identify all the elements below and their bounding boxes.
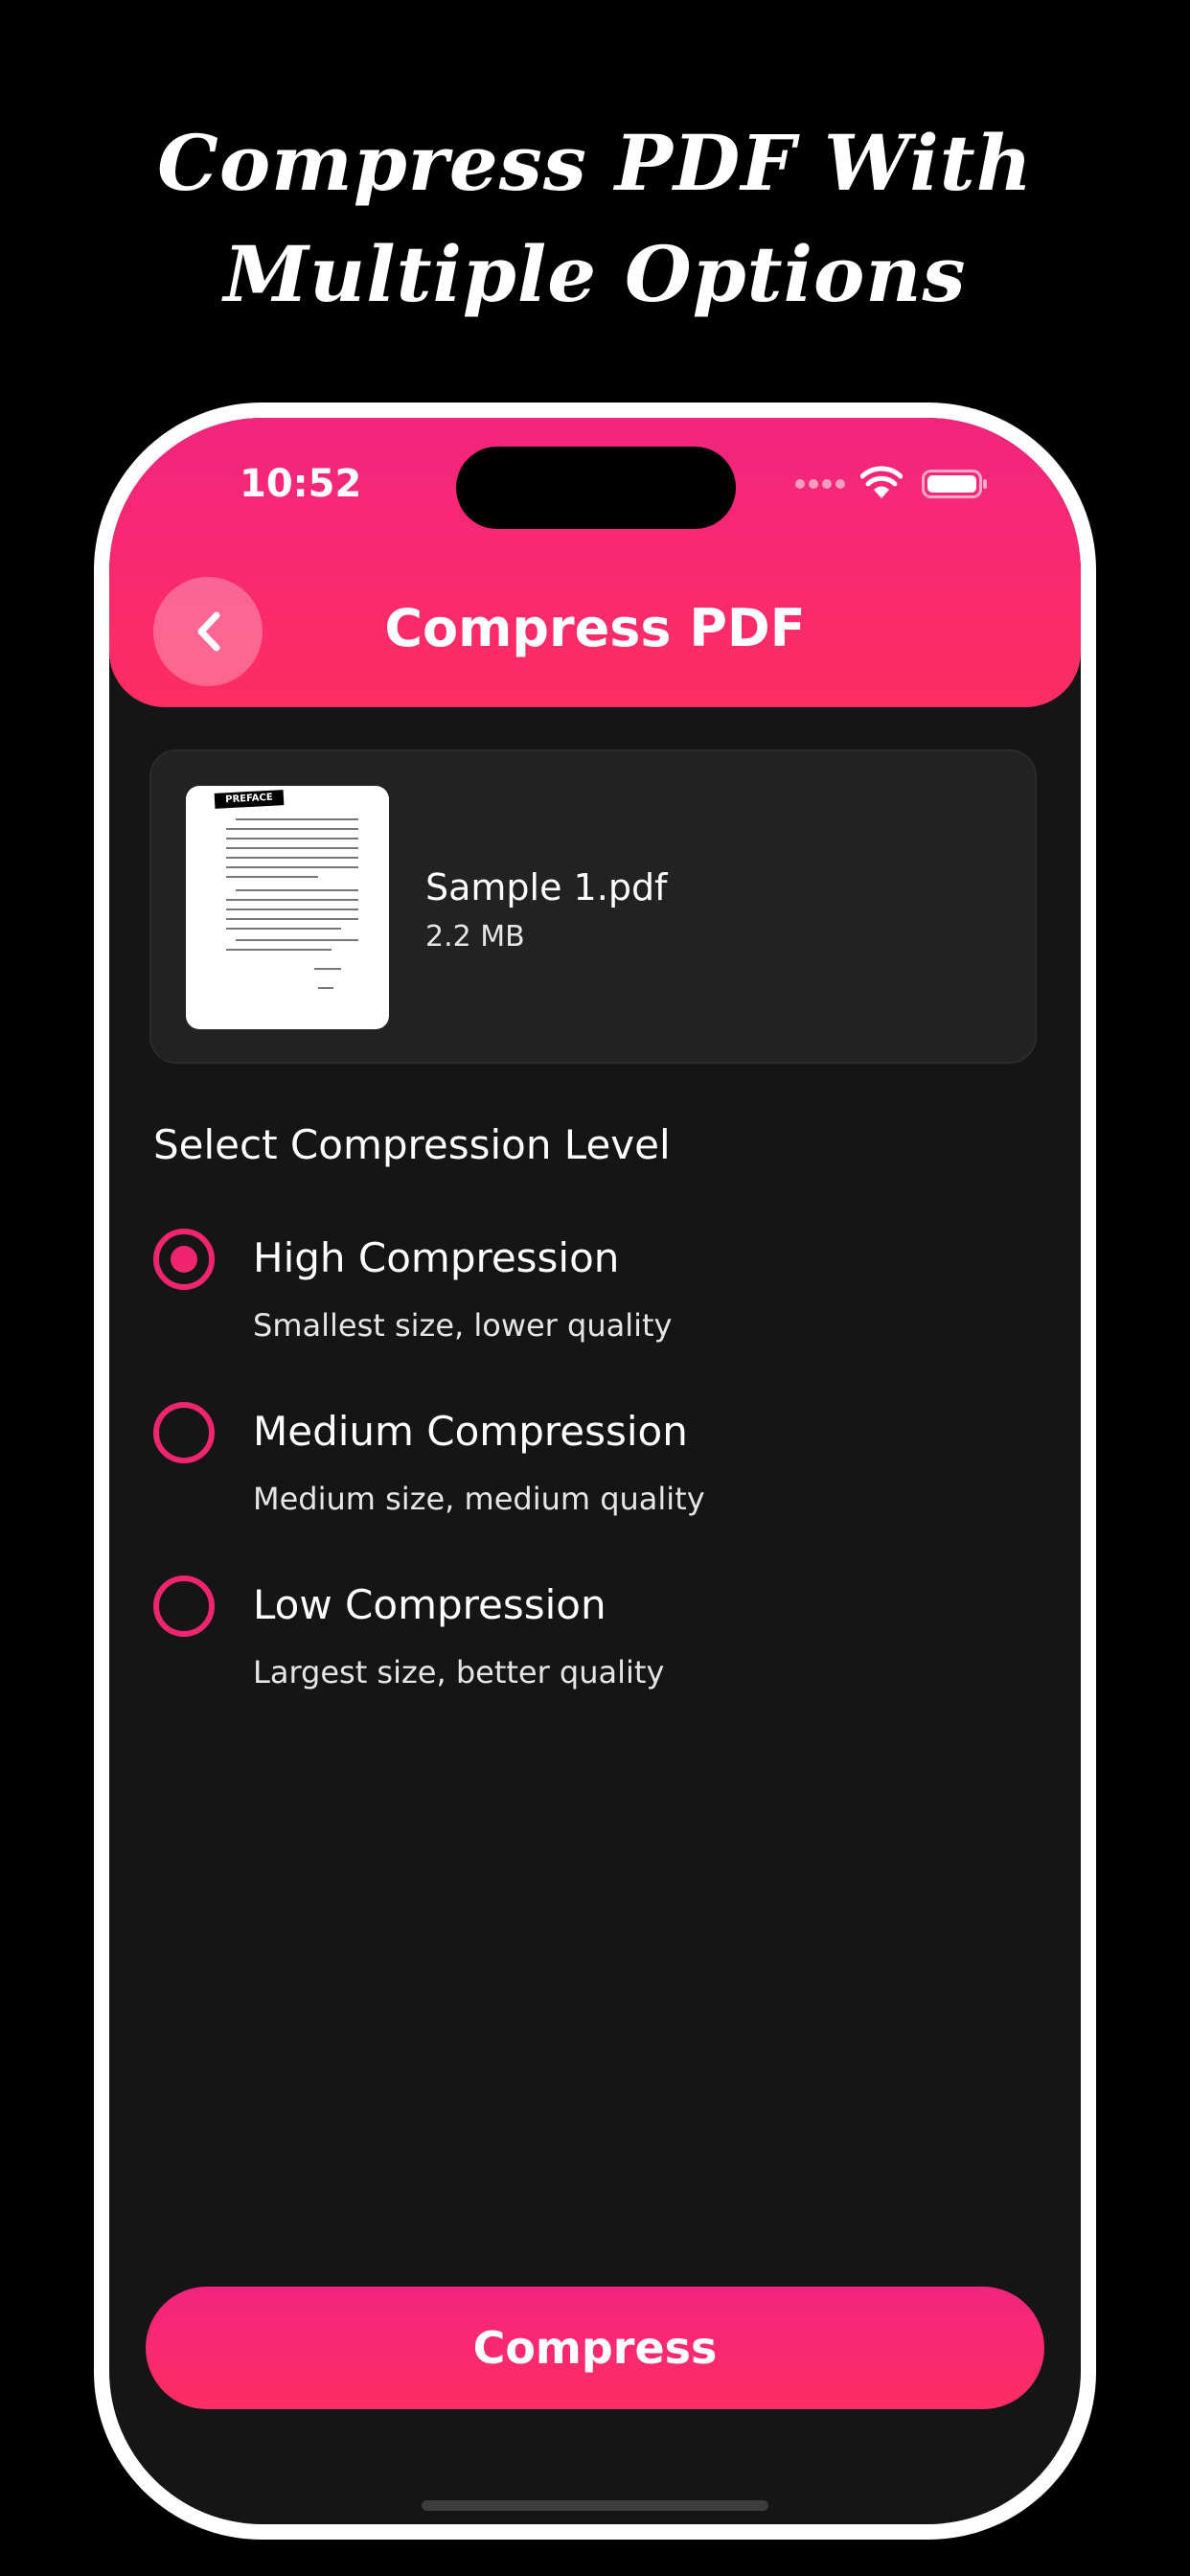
radio-low-compression[interactable] bbox=[153, 1576, 215, 1637]
option-description: Medium size, medium quality bbox=[253, 1481, 705, 1517]
radio-selected-dot bbox=[171, 1246, 197, 1273]
option-medium-compression[interactable]: Medium Compression Medium size, medium q… bbox=[153, 1402, 1016, 1546]
thumbnail-text-line bbox=[226, 828, 358, 830]
compress-button[interactable]: Compress bbox=[146, 2287, 1044, 2409]
option-label: Medium Compression bbox=[253, 1408, 688, 1455]
radio-high-compression[interactable] bbox=[153, 1229, 215, 1290]
option-description: Largest size, better quality bbox=[253, 1654, 665, 1690]
thumbnail-text-line bbox=[226, 857, 358, 859]
thumbnail-text-line bbox=[314, 968, 341, 970]
cellular-signal-icon bbox=[795, 479, 849, 491]
thumbnail-heading: PREFACE bbox=[214, 790, 285, 809]
thumbnail-text-line bbox=[226, 918, 358, 920]
wifi-icon bbox=[860, 466, 903, 498]
thumbnail-text-line bbox=[226, 838, 358, 840]
option-label: Low Compression bbox=[253, 1581, 606, 1628]
promo-title-line-2: Multiple Options bbox=[223, 229, 967, 319]
thumbnail-text-line bbox=[226, 899, 358, 901]
file-name: Sample 1.pdf bbox=[425, 866, 668, 908]
thumbnail-text-line bbox=[318, 987, 333, 989]
radio-medium-compression[interactable] bbox=[153, 1402, 215, 1463]
thumbnail-text-line bbox=[236, 939, 358, 941]
thumbnail-text-line bbox=[226, 876, 318, 878]
file-card: PREFACE Sample 1.pdf 2.2 MB bbox=[149, 749, 1037, 1064]
thumbnail-text-line bbox=[236, 889, 358, 891]
option-description: Smallest size, lower quality bbox=[253, 1307, 673, 1344]
option-label: High Compression bbox=[253, 1234, 620, 1281]
app-screen: 10:52 Compress PDF PREFACE Sample 1.pdf … bbox=[109, 418, 1081, 2524]
option-high-compression[interactable]: High Compression Smallest size, lower qu… bbox=[153, 1229, 1016, 1372]
thumbnail-text-line bbox=[226, 928, 341, 930]
page-title: Compress PDF bbox=[384, 598, 806, 658]
home-indicator[interactable] bbox=[422, 2500, 768, 2511]
status-icons bbox=[795, 466, 1025, 504]
status-time: 10:52 bbox=[240, 462, 362, 506]
app-header: 10:52 Compress PDF bbox=[109, 418, 1081, 707]
option-low-compression[interactable]: Low Compression Largest size, better qua… bbox=[153, 1576, 1016, 1719]
promo-title: Compress PDF With Multiple Options bbox=[0, 107, 1190, 330]
section-title: Select Compression Level bbox=[153, 1121, 671, 1168]
thumbnail-text-line bbox=[226, 847, 358, 849]
dynamic-island bbox=[456, 447, 736, 529]
thumbnail-text-line bbox=[226, 949, 332, 951]
battery-icon bbox=[922, 470, 987, 498]
thumbnail-text-line bbox=[226, 908, 358, 910]
thumbnail-text-line bbox=[236, 818, 358, 820]
file-size: 2.2 MB bbox=[425, 920, 525, 954]
thumbnail-text-line bbox=[226, 866, 358, 868]
pdf-thumbnail: PREFACE bbox=[186, 786, 389, 1029]
promo-title-line-1: Compress PDF With bbox=[157, 118, 1033, 208]
